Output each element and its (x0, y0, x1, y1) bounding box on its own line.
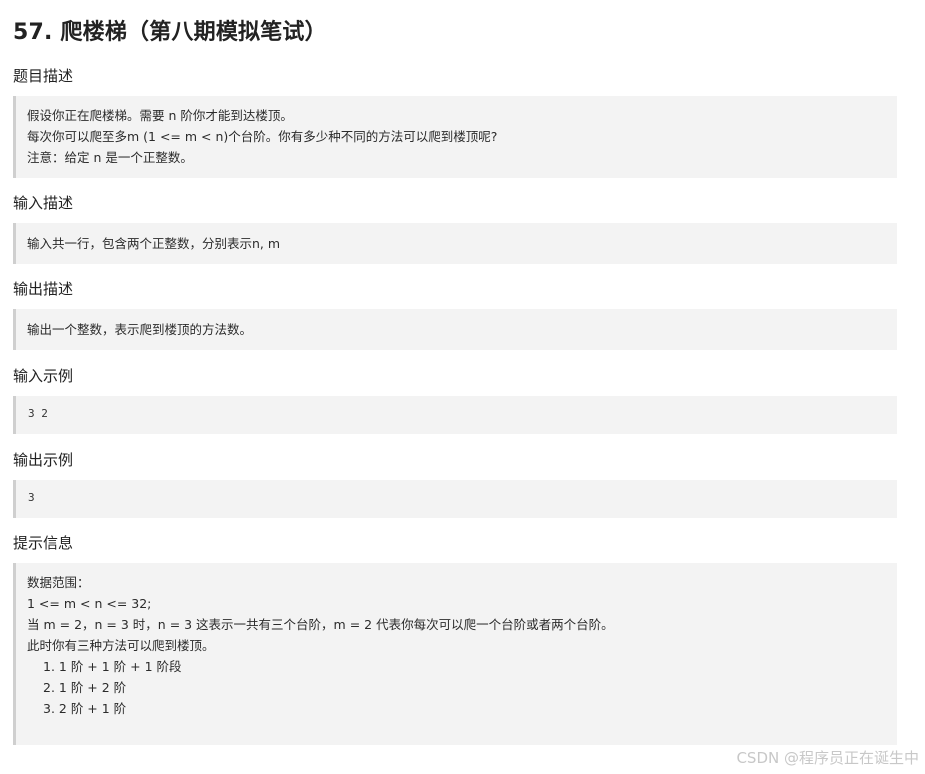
hint-line: 1 <= m < n <= 32; (27, 596, 152, 611)
input-block: 输入共一行，包含两个正整数，分别表示n, m (13, 223, 897, 264)
hint-block: 数据范围： 1 <= m < n <= 32; 当 m = 2，n = 3 时，… (13, 563, 897, 745)
description-line: 注意：给定 n 是一个正整数。 (27, 150, 193, 165)
input-heading: 输入描述 (13, 194, 74, 212)
output-example-block: 3 (13, 480, 897, 518)
hint-line: 此时你有三种方法可以爬到楼顶。 (27, 638, 215, 653)
output-example-heading: 输出示例 (13, 451, 74, 469)
output-heading: 输出描述 (13, 280, 74, 298)
list-item: 2. 1 阶 + 2 阶 (43, 680, 127, 695)
description-heading: 题目描述 (13, 67, 74, 85)
input-example-heading: 输入示例 (13, 367, 74, 385)
input-example-text: 3 2 (28, 407, 48, 420)
description-line: 每次你可以爬至多m (1 <= m < n)个台阶。你有多少种不同的方法可以爬到… (27, 129, 498, 144)
description-line: 假设你正在爬楼梯。需要 n 阶你才能到达楼顶。 (27, 108, 293, 123)
list-item: 1. 1 阶 + 1 阶 + 1 阶段 (43, 659, 182, 674)
hint-heading: 提示信息 (13, 534, 74, 552)
csdn-watermark: CSDN @程序员正在诞生中 (736, 749, 919, 767)
input-example-block: 3 2 (13, 396, 897, 434)
hint-method-list: 1. 1 阶 + 1 阶 + 1 阶段 2. 1 阶 + 2 阶 3. 2 阶 … (27, 656, 897, 719)
description-block: 假设你正在爬楼梯。需要 n 阶你才能到达楼顶。 每次你可以爬至多m (1 <= … (13, 96, 897, 178)
input-text: 输入共一行，包含两个正整数，分别表示n, m (27, 236, 281, 251)
page-title: 57. 爬楼梯（第八期模拟笔试） (13, 20, 327, 45)
problem-page: 57. 爬楼梯（第八期模拟笔试） 题目描述 假设你正在爬楼梯。需要 n 阶你才能… (13, 0, 898, 745)
output-text: 输出一个整数，表示爬到楼顶的方法数。 (27, 322, 253, 337)
hint-line: 数据范围： (27, 575, 90, 590)
output-example-text: 3 (28, 491, 35, 504)
list-item: 3. 2 阶 + 1 阶 (43, 701, 127, 716)
output-block: 输出一个整数，表示爬到楼顶的方法数。 (13, 309, 897, 350)
hint-line: 当 m = 2，n = 3 时，n = 3 这表示一共有三个台阶，m = 2 代… (27, 617, 614, 632)
